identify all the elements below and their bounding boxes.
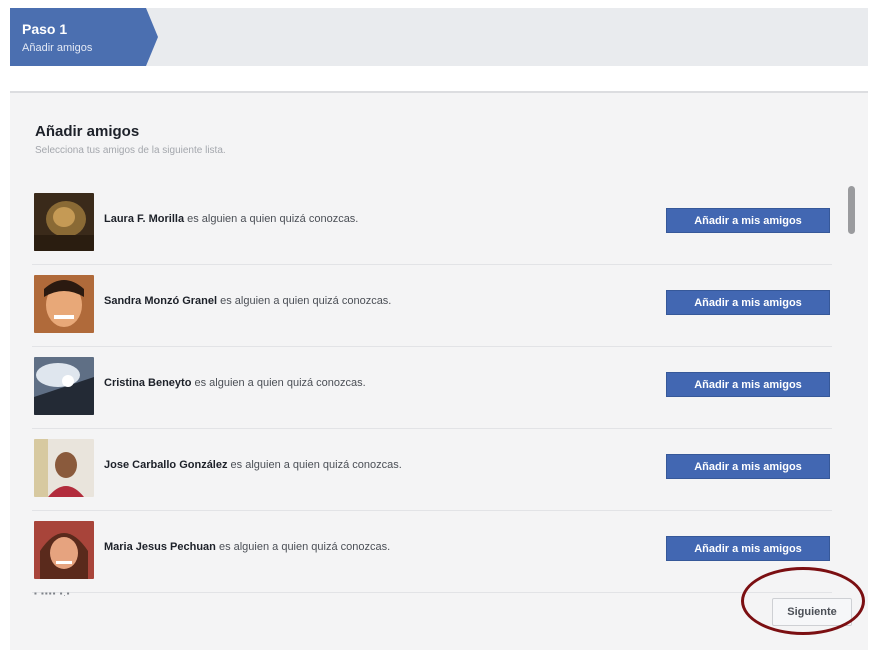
suggestion-text: Laura F. Morilla es alguien a quien quiz…: [104, 213, 358, 225]
list-item: Cristina Beneyto es alguien a quien quiz…: [32, 347, 832, 429]
add-friend-button[interactable]: Añadir a mis amigos: [666, 290, 830, 315]
avatar[interactable]: [34, 193, 94, 251]
friend-name[interactable]: Sandra Monzó Granel: [104, 295, 217, 307]
step-subtitle: Añadir amigos: [22, 42, 93, 54]
avatar[interactable]: [34, 521, 94, 579]
avatar[interactable]: [34, 439, 94, 497]
avatar[interactable]: [34, 275, 94, 333]
add-friends-panel: Añadir amigos Selecciona tus amigos de l…: [10, 91, 868, 650]
list-item: Maria Jesus Pechuan es alguien a quien q…: [32, 511, 832, 593]
suggestion-description: es alguien a quien quizá conozcas.: [184, 213, 359, 225]
suggestion-text: Jose Carballo González es alguien a quie…: [104, 459, 402, 471]
panel-title: Añadir amigos: [35, 123, 140, 140]
add-friend-button[interactable]: Añadir a mis amigos: [666, 372, 830, 397]
next-button[interactable]: Siguiente: [772, 598, 852, 626]
suggestion-text: Cristina Beneyto es alguien a quien quiz…: [104, 377, 366, 389]
suggestion-text: Sandra Monzó Granel es alguien a quien q…: [104, 295, 391, 307]
list-item: Sandra Monzó Granel es alguien a quien q…: [32, 265, 832, 347]
list-item: Jose Carballo González es alguien a quie…: [32, 429, 832, 511]
suggestion-text: Maria Jesus Pechuan es alguien a quien q…: [104, 541, 390, 553]
add-friend-button[interactable]: Añadir a mis amigos: [666, 454, 830, 479]
step-title: Paso 1: [22, 21, 68, 37]
step-indicator: Paso 1 Añadir amigos: [10, 8, 158, 66]
suggestion-description: es alguien a quien quizá conozcas.: [217, 295, 392, 307]
friend-name[interactable]: Maria Jesus Pechuan: [104, 541, 216, 553]
suggestion-description: es alguien a quien quizá conozcas.: [215, 541, 391, 553]
add-friend-button[interactable]: Añadir a mis amigos: [666, 208, 830, 233]
panel-subtitle: Selecciona tus amigos de la siguiente li…: [35, 145, 226, 156]
friend-name[interactable]: Cristina Beneyto: [104, 377, 191, 389]
scrollbar[interactable]: [848, 186, 855, 234]
friend-name[interactable]: Jose Carballo González: [104, 459, 227, 471]
list-item: Laura F. Morilla es alguien a quien quiz…: [32, 183, 832, 265]
suggestion-description: es alguien a quien quizá conozcas.: [227, 459, 402, 471]
avatar[interactable]: [34, 357, 94, 415]
partial-list-item: ▪ ▪▪▪▪ ▪.▪: [34, 589, 71, 598]
step-bar: Paso 1 Añadir amigos: [10, 8, 868, 66]
friend-name[interactable]: Laura F. Morilla: [104, 213, 184, 225]
suggestion-list: Laura F. Morilla es alguien a quien quiz…: [32, 183, 832, 593]
add-friend-button[interactable]: Añadir a mis amigos: [666, 536, 830, 561]
suggestion-description: es alguien a quien quizá conozcas.: [191, 377, 366, 389]
